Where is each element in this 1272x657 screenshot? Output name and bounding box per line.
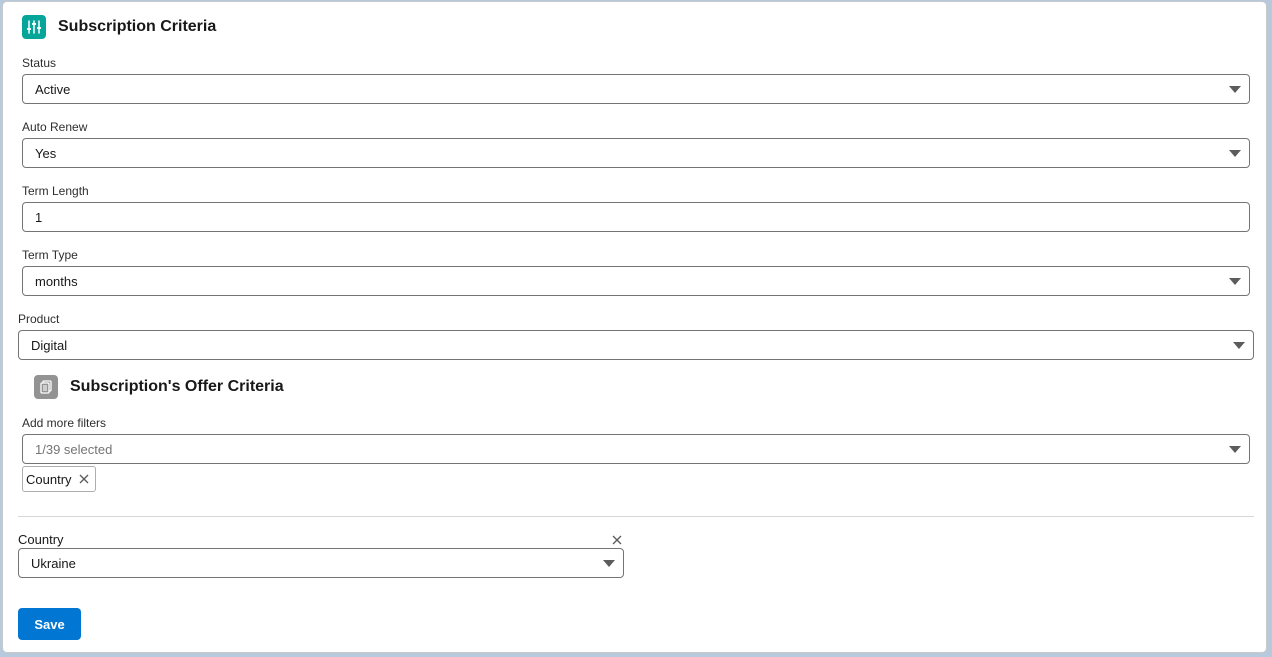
product-select[interactable]: Digital xyxy=(18,330,1254,360)
filters-select[interactable]: 1/39 selected xyxy=(22,434,1250,464)
close-icon[interactable] xyxy=(78,473,90,485)
term-length-label: Term Length xyxy=(22,184,89,198)
term-type-value: months xyxy=(35,273,78,289)
sliders-icon xyxy=(22,15,46,39)
status-value: Active xyxy=(35,81,71,97)
section-title: Subscription's Offer Criteria xyxy=(70,378,284,395)
status-select[interactable]: Active xyxy=(22,74,1250,104)
chevron-down-icon xyxy=(603,560,615,567)
country-value: Ukraine xyxy=(31,555,76,571)
auto-renew-select[interactable]: Yes xyxy=(22,138,1250,168)
filter-pill-country: Country xyxy=(22,466,96,492)
term-length-input[interactable]: 1 xyxy=(22,202,1250,232)
remove-filter-close-icon[interactable] xyxy=(610,533,624,547)
document-icon xyxy=(34,375,58,399)
chevron-down-icon xyxy=(1229,150,1241,157)
section-title: Subscription Criteria xyxy=(58,18,217,35)
product-value: Digital xyxy=(31,337,68,353)
divider xyxy=(18,516,1254,517)
subscription-criteria-card: Subscription Criteria Status Active Auto… xyxy=(3,2,1266,652)
filter-pill-label: Country xyxy=(26,471,72,487)
section-header-offer-criteria: Subscription's Offer Criteria xyxy=(34,374,284,400)
auto-renew-value: Yes xyxy=(35,145,57,161)
country-label: Country xyxy=(18,532,64,547)
chevron-down-icon xyxy=(1229,86,1241,93)
country-select[interactable]: Ukraine xyxy=(18,548,624,578)
auto-renew-label: Auto Renew xyxy=(22,120,88,134)
filters-placeholder: 1/39 selected xyxy=(35,441,113,457)
chevron-down-icon xyxy=(1229,278,1241,285)
status-label: Status xyxy=(22,56,57,70)
product-label: Product xyxy=(18,312,60,326)
term-type-label: Term Type xyxy=(22,248,78,262)
term-length-value: 1 xyxy=(35,209,43,225)
term-type-select[interactable]: months xyxy=(22,266,1250,296)
section-header-subscription-criteria: Subscription Criteria xyxy=(22,14,216,40)
chevron-down-icon xyxy=(1233,342,1245,349)
filters-label: Add more filters xyxy=(22,416,107,430)
chevron-down-icon xyxy=(1229,446,1241,453)
save-button[interactable]: Save xyxy=(18,608,81,640)
